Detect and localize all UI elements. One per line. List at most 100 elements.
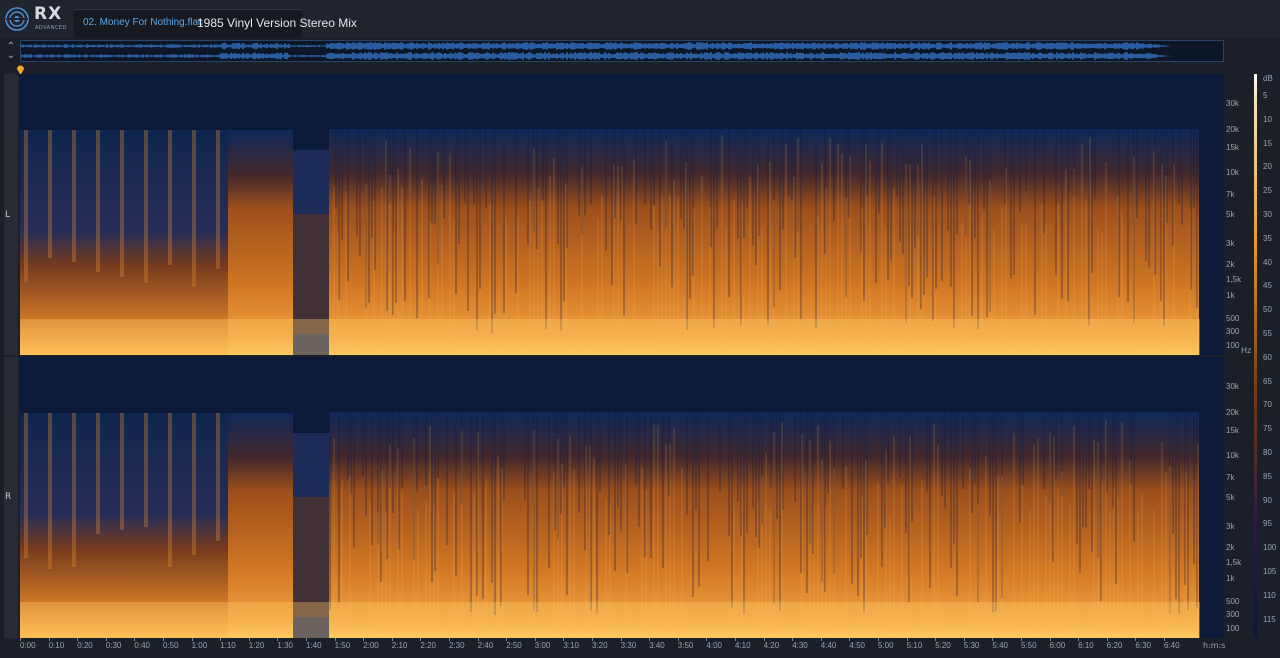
db-tick-label: 105 <box>1263 567 1277 576</box>
db-unit: dB <box>1263 74 1273 83</box>
frequency-unit: Hz <box>1241 346 1252 355</box>
db-tick-label: 95 <box>1263 519 1272 529</box>
time-tick-label: 0:10 <box>48 641 65 650</box>
frequency-axis-right: 30k 20k 15k 10k 7k 5k 3k 2k 1,5k 1k 500 300 100 <box>1226 357 1252 638</box>
freq-tick-label: 300 <box>1226 610 1240 619</box>
db-tick-label: 50 <box>1263 305 1272 315</box>
time-tick-label: 5:40 <box>992 641 1008 650</box>
db-tick-label: 35 <box>1263 233 1272 243</box>
time-tick-label: 1:20 <box>248 641 265 650</box>
time-tick-label: 1:00 <box>191 641 208 650</box>
db-tick-label: 15 <box>1263 138 1272 148</box>
logo-text: RX <box>34 4 63 24</box>
time-unit: h:m:s <box>1203 641 1226 650</box>
spectrogram-right-graph <box>20 357 1224 638</box>
spectrogram-region <box>293 497 329 617</box>
freq-tick-label: 3k <box>1226 522 1235 531</box>
time-tick-label: 6:40 <box>1164 641 1180 650</box>
spectrogram-region <box>293 214 329 334</box>
rx-logo: RX ADVANCED <box>4 4 67 34</box>
time-tick-label: 2:40 <box>477 641 494 650</box>
db-tick-label: 115 <box>1263 614 1276 624</box>
time-tick-label: 2:30 <box>449 641 465 650</box>
time-tick-label: 0:20 <box>77 641 93 650</box>
freq-tick-label: 3k <box>1226 239 1235 248</box>
freq-tick-label: 20k <box>1226 408 1239 417</box>
time-tick-label: 4:10 <box>735 641 751 650</box>
time-tick-label: 1:10 <box>220 641 236 650</box>
collapse-down-icon[interactable]: ⌄ <box>4 51 18 61</box>
spectrogram-right[interactable] <box>20 357 1224 638</box>
time-tick-label: 3:00 <box>534 641 551 650</box>
freq-tick-label: 10k <box>1226 451 1239 460</box>
time-axis[interactable]: 0:00 0:10 0:20 0:30 0:40 0:50 1:00 1:10 1:20 1:30… <box>20 638 1224 658</box>
time-tick-label: 0:40 <box>134 641 150 650</box>
file-tab[interactable]: 02. Money For Nothing.flac 1985 Vinyl Ve… <box>74 9 357 38</box>
time-tick-label: 1:30 <box>277 641 293 650</box>
spectrogram-left-graph <box>20 74 1224 355</box>
time-tick-label: 4:30 <box>792 641 808 650</box>
time-tick-label: 2:10 <box>391 641 408 650</box>
spectrogram-low-band <box>20 602 1200 638</box>
tab-file-name: 02. Money For Nothing.flac <box>83 17 204 28</box>
time-tick-label: 1:40 <box>306 641 322 650</box>
time-tick-label: 4:40 <box>820 641 837 650</box>
freq-tick-label: 500 <box>1226 314 1240 323</box>
db-color-bar <box>1254 74 1257 638</box>
db-tick-label: 85 <box>1263 471 1272 481</box>
waveform-graph <box>20 42 1170 60</box>
freq-tick-label: 1,5k <box>1226 558 1242 567</box>
freq-tick-label: 30k <box>1226 99 1239 108</box>
freq-tick-label: 15k <box>1226 143 1239 152</box>
time-tick-label: 5:30 <box>963 641 980 650</box>
db-tick-label: 80 <box>1263 448 1272 457</box>
time-tick-label: 5:50 <box>1021 641 1037 650</box>
freq-tick-label: 100 <box>1226 624 1240 633</box>
spectrogram-left[interactable] <box>20 74 1224 355</box>
time-tick-label: 3:40 <box>649 641 665 650</box>
freq-tick-label: 5k <box>1226 493 1235 502</box>
time-tick-label: 3:30 <box>620 641 637 650</box>
db-tick-label: 110 <box>1263 590 1276 600</box>
channel-label-left: L <box>5 210 11 220</box>
db-tick-label: 100 <box>1263 543 1277 553</box>
time-tick-label: 2:00 <box>363 641 379 650</box>
db-tick-label: 40 <box>1263 257 1272 267</box>
waveform-overview[interactable] <box>20 40 1224 62</box>
logo-subtext: ADVANCED <box>35 25 67 31</box>
db-tick-label: 20 <box>1263 162 1272 172</box>
time-tick-label: 3:20 <box>592 641 608 650</box>
waveform-trace <box>20 52 1170 60</box>
db-tick-label: 30 <box>1263 210 1272 219</box>
time-tick-label: 2:50 <box>506 641 522 650</box>
time-tick-label: 6:20 <box>1106 641 1123 650</box>
freq-tick-label: 1k <box>1226 291 1235 300</box>
freq-tick-label: 7k <box>1226 190 1235 199</box>
time-tick-label: 3:10 <box>563 641 579 650</box>
freq-tick-label: 2k <box>1226 543 1235 552</box>
waveform-trace <box>20 42 1170 50</box>
freq-tick-label: 300 <box>1226 327 1240 336</box>
db-tick-label: 25 <box>1263 186 1272 196</box>
db-tick-label: 45 <box>1263 281 1272 291</box>
freq-tick-label: 5k <box>1226 210 1235 219</box>
freq-tick-label: 10k <box>1226 168 1239 177</box>
freq-tick-label: 30k <box>1226 382 1239 391</box>
db-tick-label: 70 <box>1263 400 1272 410</box>
db-scale: dB 5 10 15 20 25 30 35 40 45 50 55 60 65 70 75 80 85 90 95… <box>1252 74 1280 638</box>
freq-tick-label: 20k <box>1226 125 1239 134</box>
freq-tick-label: 2k <box>1226 260 1235 269</box>
freq-tick-label: 100 <box>1226 341 1240 350</box>
time-tick-label: 0:00 <box>20 641 36 650</box>
rx-logo-icon <box>5 7 29 31</box>
time-tick-label: 1:50 <box>334 641 351 650</box>
time-tick-label: 4:20 <box>763 641 780 650</box>
time-tick-label: 6:30 <box>1135 641 1151 650</box>
time-tick-label: 5:20 <box>935 641 951 650</box>
frequency-axis-left: 30k 20k 15k 10k 7k 5k 3k 2k 1,5k 1k 500 300 100 <box>1226 74 1252 355</box>
freq-tick-label: 1k <box>1226 574 1235 583</box>
db-tick-label: 90 <box>1263 495 1272 505</box>
db-tick-label: 55 <box>1263 329 1272 338</box>
time-tick-label: 0:30 <box>105 641 122 650</box>
spectrogram-low-band <box>20 319 1200 355</box>
